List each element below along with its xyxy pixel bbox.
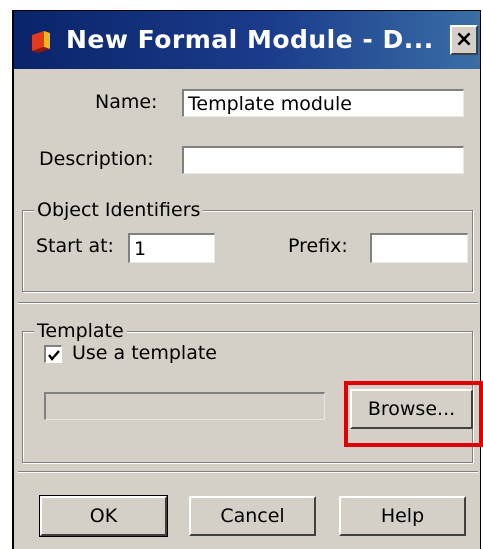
template-legend: Template bbox=[34, 320, 127, 342]
new-formal-module-dialog: New Formal Module - D... × Name: Descrip… bbox=[12, 10, 481, 549]
template-path-field[interactable] bbox=[44, 392, 325, 420]
doors-app-icon bbox=[32, 31, 50, 53]
button-separator bbox=[18, 471, 478, 473]
close-button[interactable]: × bbox=[450, 25, 478, 55]
cancel-button[interactable]: Cancel bbox=[189, 496, 316, 536]
checkmark-icon bbox=[48, 350, 60, 361]
title-bar[interactable]: New Formal Module - D... × bbox=[14, 11, 480, 69]
name-label: Name: bbox=[95, 91, 158, 113]
help-button[interactable]: Help bbox=[339, 496, 466, 536]
name-field[interactable] bbox=[182, 89, 464, 117]
use-template-label: Use a template bbox=[72, 342, 217, 364]
object-identifiers-legend: Object Identifiers bbox=[34, 199, 204, 221]
start-at-field[interactable] bbox=[128, 233, 215, 263]
start-at-label: Start at: bbox=[36, 235, 114, 257]
section-separator bbox=[18, 302, 478, 304]
use-template-checkbox[interactable] bbox=[44, 345, 62, 363]
ok-button[interactable]: OK bbox=[39, 495, 168, 537]
description-field[interactable] bbox=[182, 146, 464, 174]
description-label: Description: bbox=[39, 148, 154, 170]
browse-highlight-box bbox=[344, 381, 483, 447]
dialog-title: New Formal Module - D... bbox=[66, 25, 434, 54]
close-icon: × bbox=[454, 27, 474, 52]
prefix-label: Prefix: bbox=[288, 235, 348, 257]
prefix-field[interactable] bbox=[370, 233, 468, 263]
